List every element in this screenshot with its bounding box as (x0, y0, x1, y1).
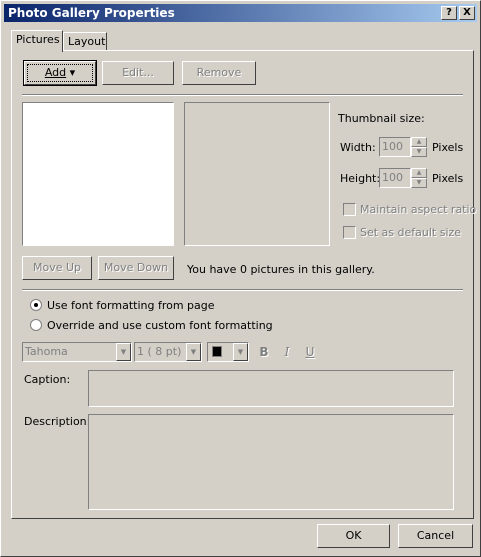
spin-down-icon[interactable]: ▼ (411, 178, 427, 188)
width-unit: Pixels (432, 141, 464, 154)
maintain-aspect-label: Maintain aspect ratio (360, 203, 477, 216)
set-default-checkbox[interactable] (343, 226, 356, 239)
font-color-select[interactable]: ▼ (207, 342, 249, 362)
override-font-radio[interactable] (30, 319, 42, 331)
picture-list[interactable] (22, 102, 174, 246)
font-size-select[interactable]: 1 ( 8 pt) ▼ (134, 342, 202, 362)
chevron-down-icon[interactable]: ▼ (233, 343, 248, 361)
chevron-down-icon[interactable]: ▼ (186, 343, 201, 361)
thumbnail-size-title: Thumbnail size: (338, 112, 425, 125)
width-label: Width: (340, 141, 376, 154)
height-spinner[interactable]: ▲ ▼ (411, 168, 427, 188)
ok-button[interactable]: OK (317, 524, 390, 548)
bold-button[interactable]: B (254, 342, 274, 362)
add-label: Add (44, 66, 67, 79)
help-button[interactable]: ? (441, 6, 457, 20)
spin-up-icon[interactable]: ▲ (411, 168, 427, 178)
height-unit: Pixels (432, 172, 464, 185)
photo-gallery-dialog: Photo Gallery Properties ? X Pictures La… (0, 0, 481, 557)
caption-field[interactable] (88, 370, 454, 407)
description-label: Description: (24, 415, 91, 428)
spin-up-icon[interactable]: ▲ (411, 137, 427, 147)
font-name-value: Tahoma (25, 345, 68, 358)
cancel-button[interactable]: Cancel (398, 524, 473, 548)
dropdown-arrow-icon: ▾ (69, 66, 76, 79)
override-font-label: Override and use custom font formatting (47, 319, 273, 332)
middle-separator (22, 289, 463, 291)
font-size-value: 1 ( 8 pt) (137, 345, 182, 358)
edit-button[interactable]: Edit... (102, 61, 174, 85)
use-page-font-label: Use font formatting from page (47, 299, 215, 312)
window-title: Photo Gallery Properties (8, 6, 175, 20)
font-name-select[interactable]: Tahoma ▼ (22, 342, 132, 362)
title-bar[interactable]: Photo Gallery Properties (4, 4, 477, 22)
height-input[interactable]: 100 (379, 168, 411, 188)
tab-layout[interactable]: Layout (63, 32, 107, 52)
picture-preview (184, 102, 330, 246)
move-up-button[interactable]: Move Up (22, 256, 92, 280)
set-default-label: Set as default size (360, 226, 462, 239)
spin-down-icon[interactable]: ▼ (411, 147, 427, 157)
remove-button[interactable]: Remove (182, 61, 256, 85)
height-label: Height: (340, 172, 381, 185)
italic-button[interactable]: I (277, 342, 297, 362)
caption-label: Caption: (24, 373, 71, 386)
top-separator (22, 94, 463, 96)
width-input[interactable]: 100 (379, 137, 411, 157)
width-spinner[interactable]: ▲ ▼ (411, 137, 427, 157)
move-down-button[interactable]: Move Down (98, 256, 174, 280)
underline-button[interactable]: U (300, 342, 320, 362)
close-button[interactable]: X (459, 6, 475, 20)
tab-pictures[interactable]: Pictures (11, 30, 63, 52)
pictures-panel: Add ▾ Edit... Remove Thumbnail size: Wid… (11, 50, 477, 519)
maintain-aspect-checkbox[interactable] (343, 203, 356, 216)
use-page-font-radio[interactable] (30, 299, 42, 311)
color-swatch-icon (212, 346, 222, 357)
description-field[interactable] (88, 414, 454, 510)
add-button[interactable]: Add ▾ (24, 61, 96, 85)
gallery-status: You have 0 pictures in this gallery. (187, 263, 375, 276)
chevron-down-icon[interactable]: ▼ (116, 343, 131, 361)
